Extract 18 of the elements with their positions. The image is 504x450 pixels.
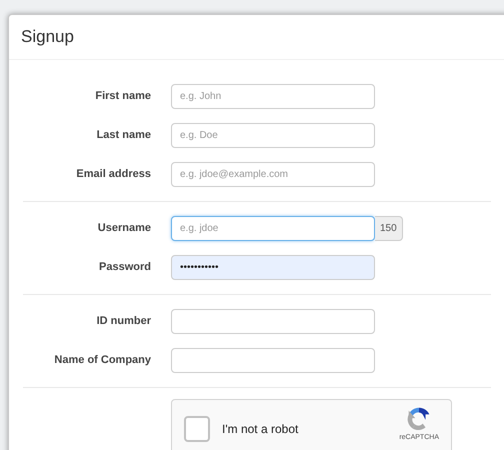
text-field[interactable]: ••••••••••• (171, 255, 375, 280)
text-field[interactable]: e.g. jdoe (171, 216, 375, 241)
text-field[interactable]: e.g. jdoe@example.com (171, 162, 375, 187)
field-label: Username (98, 221, 151, 236)
text-field[interactable] (171, 348, 375, 373)
field-label: Name of Company (54, 353, 151, 368)
text-field[interactable]: e.g. Doe (171, 123, 375, 148)
character-count: 150 (375, 216, 403, 241)
text-field[interactable] (171, 309, 375, 334)
field-label: First name (95, 89, 151, 104)
text-field[interactable]: e.g. John (171, 84, 375, 109)
dialog-title: Signup (21, 26, 74, 48)
field-label: Email address (76, 167, 151, 182)
field-label: ID number (96, 314, 151, 330)
captcha-checkbox[interactable] (184, 416, 210, 442)
field-label: Last name (96, 128, 151, 144)
field-label: Password (99, 260, 151, 276)
captcha-label: I'm not a robot (222, 421, 298, 438)
